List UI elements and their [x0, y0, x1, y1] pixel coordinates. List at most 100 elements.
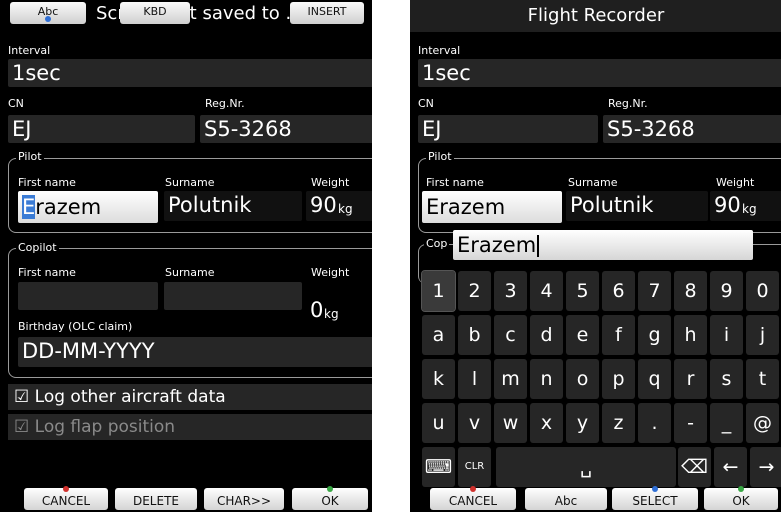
pilot-weight-field[interactable]: 90 kg [710, 191, 781, 221]
key-w[interactable]: w [494, 403, 527, 443]
key-underscore[interactable]: _ [710, 403, 743, 443]
key-o[interactable]: o [566, 359, 599, 399]
copilot-weight-unit: kg [324, 307, 339, 321]
window-title: Flight Recorder [527, 5, 665, 26]
key-v[interactable]: v [458, 403, 491, 443]
cancel-label: CANCEL [41, 494, 91, 508]
copilot-weight-label: Weight [311, 266, 350, 279]
key-4[interactable]: 4 [530, 271, 563, 311]
log-flap-position-checkbox[interactable]: ☑ Log flap position [8, 414, 372, 440]
key-d[interactable]: d [530, 315, 563, 355]
log-other-aircraft-checkbox[interactable]: ☑ Log other aircraft data [8, 384, 372, 410]
key-period[interactable]: . [638, 403, 671, 443]
key-2[interactable]: 2 [458, 271, 491, 311]
keyboard-icon[interactable]: ⌨ [422, 447, 455, 487]
kbd-button[interactable]: KBD [120, 2, 190, 24]
pilot-surname-label: Surname [165, 176, 215, 189]
ok-label: OK [321, 494, 339, 508]
reg-value: S5-3268 [204, 117, 292, 141]
key-dash[interactable]: - [674, 403, 707, 443]
key-u[interactable]: u [422, 403, 455, 443]
ok-button[interactable]: OK [704, 486, 778, 510]
key-q[interactable]: q [638, 359, 671, 399]
key-space[interactable]: ␣ [496, 447, 676, 487]
pilot-first-name-field[interactable]: Erazem [422, 191, 562, 223]
key-6[interactable]: 6 [602, 271, 635, 311]
key-j[interactable]: j [746, 315, 779, 355]
pilot-first-name-field[interactable]: Erazem [18, 191, 158, 223]
key-c[interactable]: c [494, 315, 527, 355]
key-left-arrow[interactable]: ← [714, 447, 747, 487]
right-screen: Flight Recorder Interval 1sec CN Reg.Nr.… [410, 0, 781, 512]
key-backspace[interactable]: ⌫ [678, 447, 711, 487]
pilot-first-name-label: First name [18, 176, 76, 189]
interval-field[interactable]: 1sec [418, 59, 781, 87]
key-x[interactable]: x [530, 403, 563, 443]
cancel-button[interactable]: CANCEL [24, 486, 108, 510]
cancel-button[interactable]: CANCEL [430, 486, 516, 510]
key-r[interactable]: r [674, 359, 707, 399]
interval-label: Interval [418, 44, 461, 57]
key-7[interactable]: 7 [638, 271, 671, 311]
select-button[interactable]: SELECT [612, 486, 698, 510]
pilot-weight-value: 90 [714, 193, 741, 217]
copilot-weight-field[interactable]: 0 kg [310, 296, 370, 326]
cn-field[interactable]: EJ [418, 115, 598, 143]
reg-field[interactable]: S5-3268 [200, 115, 372, 143]
cn-field[interactable]: EJ [8, 115, 195, 143]
birthday-label: Birthday (OLC claim) [18, 320, 133, 333]
ok-button[interactable]: OK [292, 486, 368, 510]
keyboard-input-value: Erazem [457, 233, 537, 257]
delete-label: DELETE [132, 494, 179, 508]
insert-button[interactable]: INSERT [290, 2, 364, 24]
copilot-first-name-field[interactable] [18, 282, 158, 310]
key-0[interactable]: 0 [746, 271, 779, 311]
key-s[interactable]: s [710, 359, 743, 399]
key-right-arrow[interactable]: → [750, 447, 781, 487]
key-l[interactable]: l [458, 359, 491, 399]
cancel-label: CANCEL [448, 494, 498, 508]
reg-label: Reg.Nr. [205, 97, 245, 110]
key-at[interactable]: @ [746, 403, 779, 443]
birthday-value: DD-MM-YYYY [22, 339, 155, 363]
key-i[interactable]: i [710, 315, 743, 355]
char-button[interactable]: CHAR>> [204, 488, 284, 510]
abc-button[interactable]: Abc [525, 488, 607, 510]
interval-value: 1sec [12, 61, 61, 85]
key-clr[interactable]: CLR [458, 447, 491, 487]
key-5[interactable]: 5 [566, 271, 599, 311]
birthday-field[interactable]: DD-MM-YYYY [18, 337, 372, 367]
key-1[interactable]: 1 [421, 270, 456, 312]
key-b[interactable]: b [458, 315, 491, 355]
key-g[interactable]: g [638, 315, 671, 355]
key-a[interactable]: a [422, 315, 455, 355]
delete-button[interactable]: DELETE [115, 488, 197, 510]
key-8[interactable]: 8 [674, 271, 707, 311]
key-p[interactable]: p [602, 359, 635, 399]
keyboard-text-input[interactable]: Erazem [453, 230, 753, 260]
pilot-weight-field[interactable]: 90 kg [306, 191, 372, 221]
key-t[interactable]: t [746, 359, 779, 399]
copilot-legend: Copilot [16, 241, 59, 254]
key-y[interactable]: y [566, 403, 599, 443]
key-3[interactable]: 3 [494, 271, 527, 311]
copilot-weight-value: 0 [310, 298, 324, 322]
interval-field[interactable]: 1sec [8, 59, 372, 87]
key-n[interactable]: n [530, 359, 563, 399]
key-e[interactable]: e [566, 315, 599, 355]
reg-field[interactable]: S5-3268 [603, 115, 781, 143]
reg-value: S5-3268 [607, 117, 695, 141]
text-cursor: E [22, 195, 36, 219]
copilot-surname-field[interactable] [164, 282, 302, 310]
key-k[interactable]: k [422, 359, 455, 399]
key-m[interactable]: m [494, 359, 527, 399]
key-9[interactable]: 9 [710, 271, 743, 311]
key-h[interactable]: h [674, 315, 707, 355]
pilot-weight-label: Weight [311, 176, 350, 189]
key-z[interactable]: z [602, 403, 635, 443]
pilot-surname-field[interactable]: Polutnik [164, 191, 302, 221]
abc-button[interactable]: Abc [10, 2, 86, 24]
pilot-surname-value: Polutnik [168, 193, 252, 217]
pilot-surname-field[interactable]: Polutnik [566, 191, 708, 221]
key-f[interactable]: f [602, 315, 635, 355]
